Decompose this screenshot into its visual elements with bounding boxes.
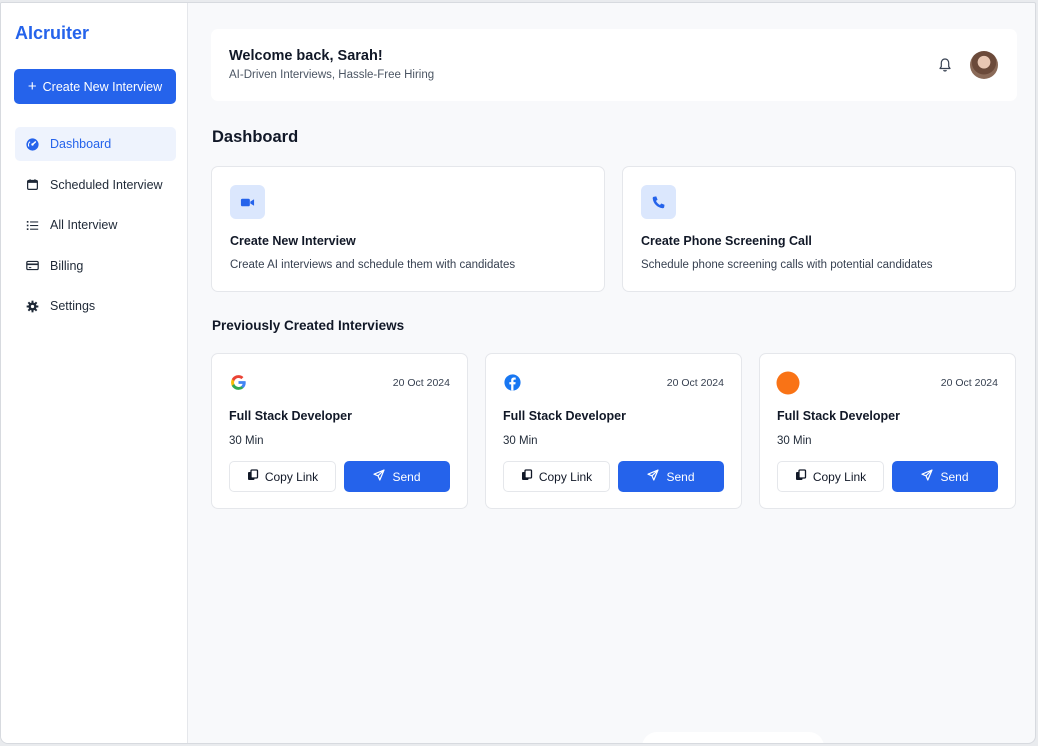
facebook-icon xyxy=(503,373,522,392)
sidebar-item-all-interview[interactable]: All Interview xyxy=(15,208,176,242)
send-label: Send xyxy=(392,469,421,484)
sidebar-item-label: Settings xyxy=(50,299,96,313)
app-window: AIcruiter + Create New Interview Dashboa… xyxy=(0,2,1036,744)
interview-role: Full Stack Developer xyxy=(777,409,900,423)
google-icon xyxy=(229,373,248,392)
send-icon xyxy=(647,469,660,484)
page-title: Dashboard xyxy=(212,128,299,146)
sidebar-item-label: All Interview xyxy=(50,218,118,232)
interview-card: 20 Oct 2024 Full Stack Developer 30 Min … xyxy=(759,353,1016,509)
bell-icon[interactable] xyxy=(937,57,953,73)
sidebar-nav: Dashboard Scheduled Interview All Interv… xyxy=(15,127,176,330)
sidebar-item-label: Dashboard xyxy=(50,137,112,151)
action-title: Create Phone Screening Call xyxy=(641,234,812,248)
create-new-interview-card[interactable]: Create New Interview Create AI interview… xyxy=(211,166,605,292)
send-label: Send xyxy=(940,469,969,484)
sidebar-item-billing[interactable]: Billing xyxy=(15,249,176,283)
send-label: Send xyxy=(666,469,695,484)
dashboard-icon xyxy=(25,137,39,151)
copy-icon xyxy=(795,469,807,484)
interview-date: 20 Oct 2024 xyxy=(392,377,450,389)
interview-date: 20 Oct 2024 xyxy=(940,377,998,389)
plus-icon: + xyxy=(27,78,37,95)
video-camera-icon xyxy=(230,185,265,219)
action-description: Create AI interviews and schedule them w… xyxy=(230,259,516,271)
welcome-message: Welcome back, Sarah! xyxy=(229,48,383,64)
copy-link-button[interactable]: Copy Link xyxy=(229,461,336,492)
welcome-header: Welcome back, Sarah! AI-Driven Interview… xyxy=(211,29,1017,101)
copy-icon xyxy=(247,469,259,484)
floating-panel xyxy=(642,732,824,743)
gear-icon xyxy=(25,299,39,313)
interview-card: 20 Oct 2024 Full Stack Developer 30 Min … xyxy=(211,353,468,509)
send-icon xyxy=(373,469,386,484)
send-button[interactable]: Send xyxy=(344,461,450,492)
copy-link-label: Copy Link xyxy=(538,469,593,484)
action-title: Create New Interview xyxy=(230,234,356,248)
interview-duration: 30 Min xyxy=(229,435,264,447)
copy-link-button[interactable]: Copy Link xyxy=(777,461,884,492)
copy-icon xyxy=(521,469,533,484)
sidebar-item-scheduled-interview[interactable]: Scheduled Interview xyxy=(15,168,176,202)
create-new-interview-button[interactable]: + Create New Interview xyxy=(14,69,176,104)
phone-icon xyxy=(641,185,676,219)
interview-date: 20 Oct 2024 xyxy=(666,377,724,389)
interview-role: Full Stack Developer xyxy=(229,409,352,423)
copy-link-label: Copy Link xyxy=(812,469,867,484)
copy-link-label: Copy Link xyxy=(264,469,319,484)
interview-duration: 30 Min xyxy=(503,435,538,447)
create-button-label: Create New Interview xyxy=(42,79,163,94)
action-description: Schedule phone screening calls with pote… xyxy=(641,259,933,271)
send-button[interactable]: Send xyxy=(892,461,998,492)
interview-card: 20 Oct 2024 Full Stack Developer 30 Min … xyxy=(485,353,742,509)
previous-interviews-heading: Previously Created Interviews xyxy=(212,318,405,333)
sidebar-item-label: Scheduled Interview xyxy=(50,177,163,192)
app-logo: AIcruiter xyxy=(15,23,90,43)
sidebar: AIcruiter + Create New Interview Dashboa… xyxy=(1,3,188,743)
sidebar-item-settings[interactable]: Settings xyxy=(15,289,176,323)
user-avatar[interactable] xyxy=(970,51,998,79)
tagline: AI-Driven Interviews, Hassle-Free Hiring xyxy=(229,69,435,81)
credit-card-icon xyxy=(25,259,39,273)
list-icon xyxy=(25,218,39,232)
orange-circle-icon xyxy=(776,371,800,395)
interview-duration: 30 Min xyxy=(777,435,812,447)
send-icon xyxy=(921,469,934,484)
sidebar-item-dashboard[interactable]: Dashboard xyxy=(15,127,176,161)
create-phone-screening-card[interactable]: Create Phone Screening Call Schedule pho… xyxy=(622,166,1016,292)
sidebar-item-label: Billing xyxy=(50,258,84,273)
send-button[interactable]: Send xyxy=(618,461,724,492)
interview-role: Full Stack Developer xyxy=(503,409,626,423)
copy-link-button[interactable]: Copy Link xyxy=(503,461,610,492)
calendar-icon xyxy=(25,178,39,192)
